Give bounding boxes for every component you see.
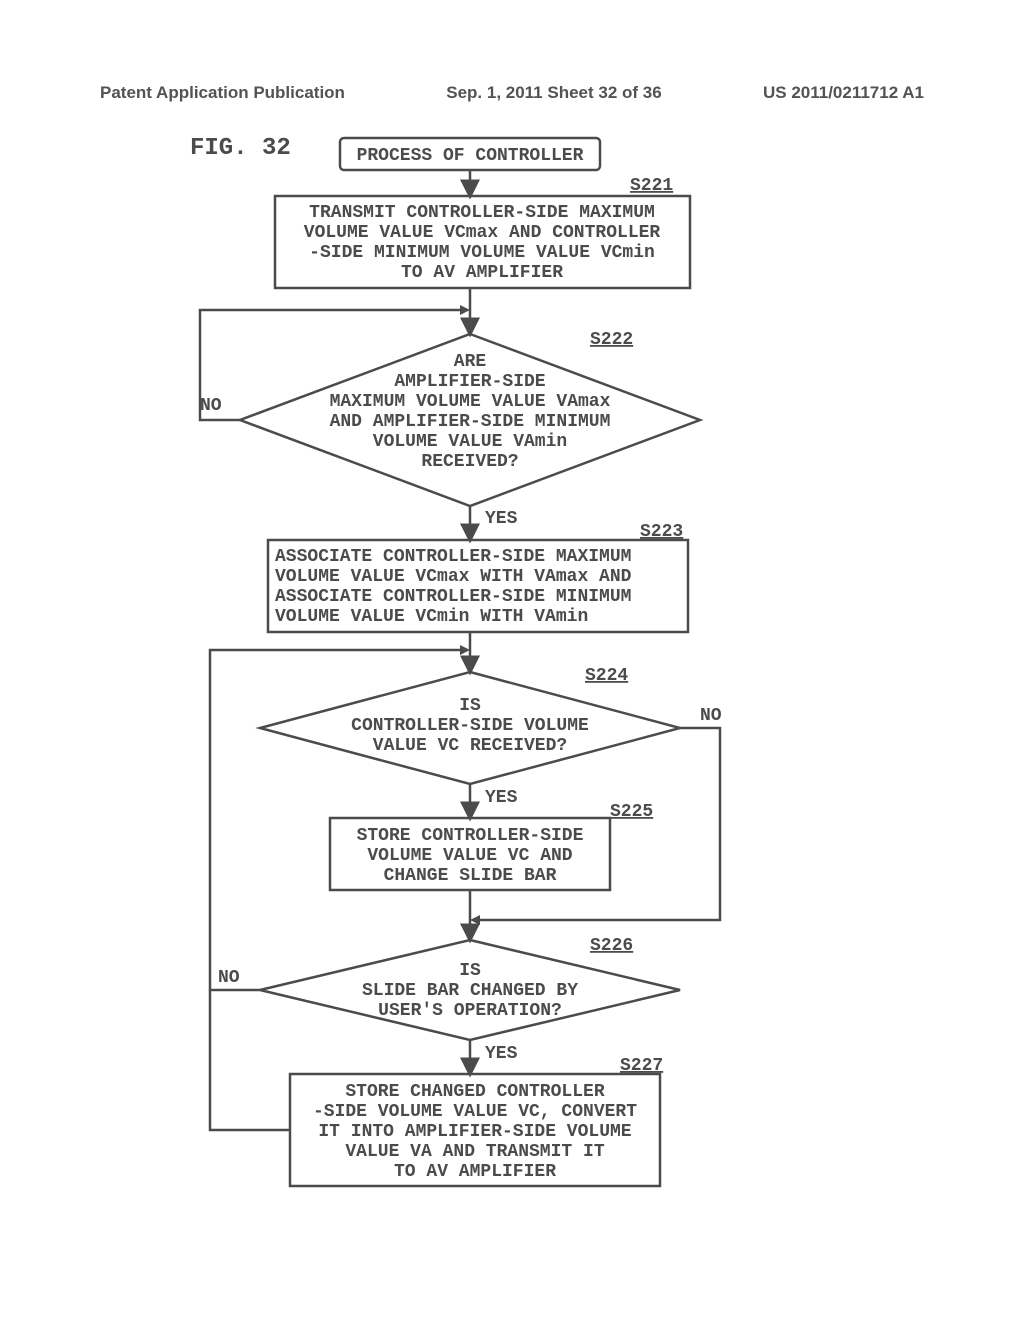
svg-text:VOLUME VALUE VC AND: VOLUME VALUE VC AND: [367, 846, 572, 866]
svg-text:CONTROLLER-SIDE VOLUME: CONTROLLER-SIDE VOLUME: [351, 716, 589, 736]
branch-s224-no: NO: [700, 706, 722, 726]
branch-s226-yes: YES: [485, 1044, 518, 1064]
header-center: Sep. 1, 2011 Sheet 32 of 36: [446, 83, 661, 103]
header-right: US 2011/0211712 A1: [763, 83, 924, 103]
node-start: PROCESS OF CONTROLLER: [340, 138, 600, 170]
node-s225: STORE CONTROLLER-SIDE VOLUME VALUE VC AN…: [330, 818, 610, 890]
node-s222: S222 ARE AMPLIFIER-SIDE MAXIMUM VOLUME V…: [240, 330, 700, 506]
svg-text:VALUE VA AND TRANSMIT IT: VALUE VA AND TRANSMIT IT: [345, 1142, 604, 1162]
node-s224: S224 IS CONTROLLER-SIDE VOLUME VALUE VC …: [260, 666, 680, 784]
svg-text:MAXIMUM VOLUME VALUE VAmax: MAXIMUM VOLUME VALUE VAmax: [330, 392, 611, 412]
svg-text:STORE CHANGED CONTROLLER: STORE CHANGED CONTROLLER: [345, 1082, 604, 1102]
svg-text:ASSOCIATE CONTROLLER-SIDE MINI: ASSOCIATE CONTROLLER-SIDE MINIMUM: [275, 587, 631, 607]
branch-s222-yes: YES: [485, 509, 518, 529]
svg-text:ASSOCIATE CONTROLLER-SIDE MAXI: ASSOCIATE CONTROLLER-SIDE MAXIMUM: [275, 547, 631, 567]
branch-s222-no: NO: [200, 396, 222, 416]
node-s226: S226 IS SLIDE BAR CHANGED BY USER'S OPER…: [260, 936, 680, 1040]
header-left: Patent Application Publication: [100, 83, 345, 103]
svg-text:CHANGE SLIDE BAR: CHANGE SLIDE BAR: [384, 866, 557, 886]
svg-text:STORE CONTROLLER-SIDE: STORE CONTROLLER-SIDE: [357, 826, 584, 846]
svg-text:VOLUME VALUE VCmax WITH VAmax: VOLUME VALUE VCmax WITH VAmax AND: [275, 567, 632, 587]
svg-text:AND AMPLIFIER-SIDE MINIMUM: AND AMPLIFIER-SIDE MINIMUM: [330, 412, 611, 432]
node-s221: TRANSMIT CONTROLLER-SIDE MAXIMUM VOLUME …: [275, 196, 690, 288]
svg-text:S226: S226: [590, 936, 633, 956]
svg-text:-SIDE VOLUME VALUE VC, CONVERT: -SIDE VOLUME VALUE VC, CONVERT: [313, 1102, 637, 1122]
svg-text:TRANSMIT CONTROLLER-SIDE MAXIM: TRANSMIT CONTROLLER-SIDE MAXIMUM: [309, 203, 655, 223]
svg-text:SLIDE BAR CHANGED BY: SLIDE BAR CHANGED BY: [362, 981, 578, 1001]
svg-text:PROCESS OF CONTROLLER: PROCESS OF CONTROLLER: [357, 146, 584, 166]
svg-text:-SIDE MINIMUM VOLUME VALUE VCm: -SIDE MINIMUM VOLUME VALUE VCmin: [309, 243, 655, 263]
node-s223: ASSOCIATE CONTROLLER-SIDE MAXIMUM VOLUME…: [268, 540, 688, 632]
branch-s224-yes: YES: [485, 788, 518, 808]
node-s227: STORE CHANGED CONTROLLER -SIDE VOLUME VA…: [290, 1074, 660, 1186]
svg-text:ARE: ARE: [454, 352, 487, 372]
flowchart: PROCESS OF CONTROLLER S221 TRANSMIT CONT…: [0, 120, 1024, 1320]
svg-text:AMPLIFIER-SIDE: AMPLIFIER-SIDE: [394, 372, 545, 392]
page-header: Patent Application Publication Sep. 1, 2…: [100, 83, 924, 103]
svg-text:RECEIVED?: RECEIVED?: [421, 452, 518, 472]
svg-text:VALUE VC RECEIVED?: VALUE VC RECEIVED?: [373, 736, 567, 756]
svg-text:USER'S OPERATION?: USER'S OPERATION?: [378, 1001, 562, 1021]
svg-text:S222: S222: [590, 330, 633, 350]
svg-text:TO AV AMPLIFIER: TO AV AMPLIFIER: [394, 1162, 556, 1182]
svg-text:S224: S224: [585, 666, 628, 686]
svg-text:IT INTO AMPLIFIER-SIDE VOLUME: IT INTO AMPLIFIER-SIDE VOLUME: [318, 1122, 631, 1142]
branch-s226-no: NO: [218, 968, 240, 988]
svg-text:IS: IS: [459, 696, 481, 716]
step-label-s221: S221: [630, 176, 673, 196]
svg-text:VOLUME VALUE VCmax AND CONTROL: VOLUME VALUE VCmax AND CONTROLLER: [304, 223, 661, 243]
svg-text:IS: IS: [459, 961, 481, 981]
step-label-s225: S225: [610, 802, 653, 822]
svg-text:VOLUME VALUE VCmin WITH VAmin: VOLUME VALUE VCmin WITH VAmin: [275, 607, 588, 627]
svg-text:VOLUME VALUE VAmin: VOLUME VALUE VAmin: [373, 432, 567, 452]
svg-text:TO AV AMPLIFIER: TO AV AMPLIFIER: [401, 263, 563, 283]
